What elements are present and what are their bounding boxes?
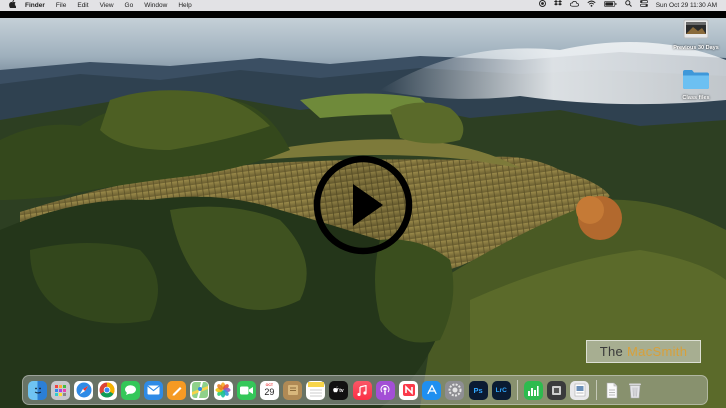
desktop-item-previous-30-days[interactable]: Previous 30 Days bbox=[670, 18, 722, 51]
dock-apple-tv-icon[interactable]: tv bbox=[329, 380, 349, 400]
dock-lightroom-classic-icon[interactable]: LrC bbox=[491, 380, 511, 400]
video-play-button[interactable] bbox=[313, 155, 413, 255]
dock-notes-brown-icon[interactable] bbox=[283, 380, 303, 400]
menu-help[interactable]: Help bbox=[178, 0, 191, 11]
calendar-day: 29 bbox=[264, 387, 275, 397]
dock-mail-icon[interactable] bbox=[143, 380, 163, 400]
battery-icon[interactable] bbox=[603, 0, 617, 11]
desktop-item-class-files[interactable]: Class files bbox=[670, 68, 722, 101]
dock-notes-icon[interactable] bbox=[306, 380, 326, 400]
dock-photos-icon[interactable] bbox=[213, 380, 233, 400]
menu-window[interactable]: Window bbox=[144, 0, 167, 11]
wifi-icon[interactable] bbox=[587, 0, 596, 11]
channel-watermark: The MacSmith bbox=[586, 340, 701, 363]
desktop-item-label: Previous 30 Days bbox=[673, 45, 719, 51]
dock-calendar-icon[interactable]: OCT 29 bbox=[259, 380, 279, 400]
creative-cloud-icon[interactable] bbox=[569, 0, 579, 11]
dock-safari-icon[interactable] bbox=[74, 380, 94, 400]
dock-app-store-icon[interactable] bbox=[422, 380, 442, 400]
dock: OCT 29 tv Ps LrC bbox=[22, 375, 708, 405]
menu-edit[interactable]: Edit bbox=[77, 0, 88, 11]
dock-news-icon[interactable] bbox=[399, 380, 418, 400]
search-icon[interactable] bbox=[624, 0, 632, 11]
control-center-icon[interactable] bbox=[639, 0, 648, 11]
screen: Finder File Edit View Go Window Help Sun… bbox=[0, 0, 726, 408]
menu-extras: Sun Oct 29 11:30 AM bbox=[531, 0, 717, 11]
menu-view[interactable]: View bbox=[100, 0, 114, 11]
apple-icon[interactable] bbox=[9, 0, 17, 11]
dock-photoshop-icon[interactable]: Ps bbox=[468, 380, 488, 400]
dock-separator bbox=[595, 380, 597, 400]
screenshot-folder-icon bbox=[683, 19, 709, 39]
svg-text:tv: tv bbox=[340, 388, 345, 394]
dock-chrome-icon[interactable] bbox=[97, 380, 117, 400]
dock-trash-icon[interactable] bbox=[626, 381, 645, 400]
folder-icon bbox=[683, 70, 709, 89]
menu-bar: Finder File Edit View Go Window Help Sun… bbox=[0, 0, 726, 11]
watermark-macsmith: MacSmith bbox=[627, 344, 688, 359]
play-button-icon bbox=[313, 155, 413, 255]
dock-numbers-icon[interactable] bbox=[523, 380, 543, 400]
dock-finder-icon[interactable] bbox=[28, 380, 47, 400]
dock-document-icon[interactable] bbox=[603, 381, 622, 400]
menu-go[interactable]: Go bbox=[125, 0, 134, 11]
dock-system-settings-icon[interactable] bbox=[445, 380, 465, 400]
dock-music-icon[interactable] bbox=[352, 380, 372, 400]
dock-messages-icon[interactable] bbox=[120, 380, 140, 400]
dock-podcasts-icon[interactable] bbox=[375, 380, 395, 400]
dock-launchpad-icon[interactable] bbox=[51, 380, 71, 400]
dock-pages-icon[interactable] bbox=[167, 380, 187, 400]
dock-gpu-monitor-icon[interactable] bbox=[547, 380, 567, 400]
dock-maps-icon[interactable] bbox=[190, 380, 210, 400]
dock-preview-icon[interactable] bbox=[570, 380, 590, 400]
menubar-clock[interactable]: Sun Oct 29 11:30 AM bbox=[656, 0, 717, 11]
screen-record-icon[interactable] bbox=[538, 0, 546, 11]
menu-file[interactable]: File bbox=[56, 0, 66, 11]
dock-facetime-icon[interactable] bbox=[236, 380, 256, 400]
dropbox-icon[interactable] bbox=[553, 0, 562, 11]
dock-separator bbox=[516, 380, 518, 400]
menu-finder[interactable]: Finder bbox=[25, 0, 45, 11]
desktop-item-label: Class files bbox=[682, 95, 710, 101]
watermark-the: The bbox=[599, 344, 624, 359]
